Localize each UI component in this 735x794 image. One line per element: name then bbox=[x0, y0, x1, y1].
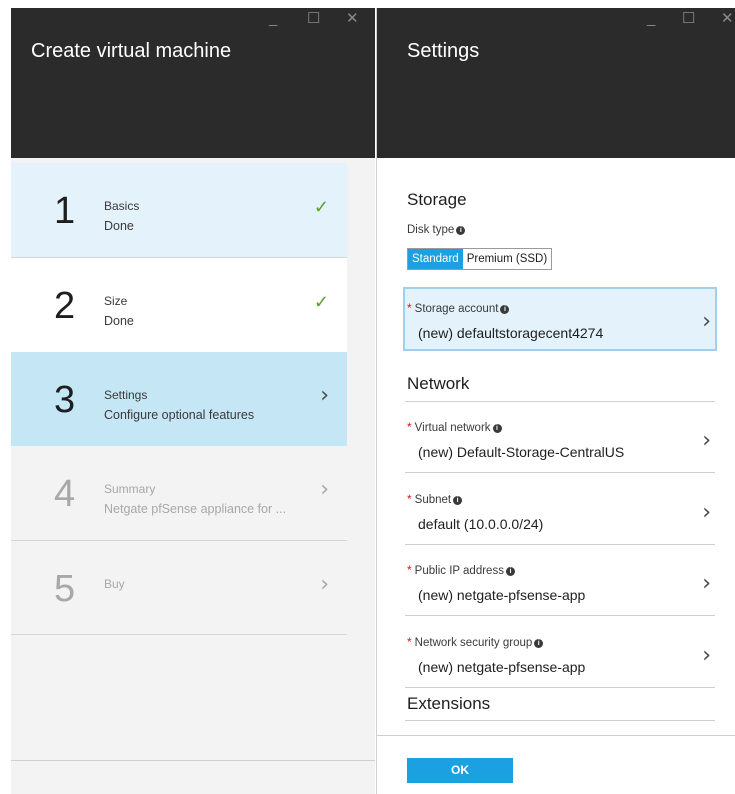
step-status: Netgate pfSense appliance for ... bbox=[104, 502, 287, 516]
maximize-icon[interactable]: ☐ bbox=[307, 11, 320, 26]
step-number: 2 bbox=[54, 285, 76, 327]
check-icon: ✓ bbox=[313, 197, 329, 217]
step-status: Done bbox=[104, 219, 134, 233]
step-label: Buy bbox=[104, 577, 125, 591]
step-status: Configure optional features bbox=[104, 408, 255, 422]
subnet-field[interactable]: * Subnet i default (10.0.0.0/24) › bbox=[405, 480, 715, 540]
storage-heading: Storage bbox=[407, 190, 467, 209]
step-basics[interactable]: 1 Basics Done ✓ bbox=[11, 163, 347, 257]
maximize-icon[interactable]: ☐ bbox=[682, 11, 695, 26]
chevron-right-icon: › bbox=[702, 571, 711, 596]
divider bbox=[11, 634, 347, 635]
divider bbox=[405, 720, 715, 721]
blade-title: Create virtual machine bbox=[31, 40, 232, 62]
field-label-row: * Subnet i bbox=[407, 490, 463, 508]
info-icon: i bbox=[453, 496, 463, 505]
public-ip-field[interactable]: * Public IP address i (new) netgate-pfsens… bbox=[405, 551, 715, 611]
field-value: (new) netgate-pfsense-app bbox=[418, 659, 586, 675]
minimize-icon[interactable]: _ bbox=[647, 11, 655, 26]
step-label: Summary bbox=[104, 482, 156, 496]
virtual-network-field[interactable]: * Virtual network i (new) Default-Storage-… bbox=[405, 408, 715, 468]
divider bbox=[405, 687, 715, 688]
step-settings[interactable]: 3 Settings Configure optional features › bbox=[11, 352, 347, 446]
blade-header: Settings _ ☐ ✕ bbox=[377, 8, 735, 158]
close-icon[interactable]: ✕ bbox=[346, 11, 359, 26]
chevron-right-icon: › bbox=[702, 428, 711, 453]
step-status: Done bbox=[104, 314, 134, 328]
field-value: default (10.0.0.0/24) bbox=[418, 516, 544, 532]
create-vm-blade: Create virtual machine _ ☐ ✕ 1 Basics Do… bbox=[11, 8, 375, 794]
chevron-right-icon: › bbox=[320, 383, 329, 408]
field-label: Public IP address bbox=[414, 565, 504, 577]
step-label: Size bbox=[104, 294, 128, 308]
footer-divider bbox=[11, 760, 375, 761]
step-label: Basics bbox=[104, 199, 140, 213]
minimize-icon[interactable]: _ bbox=[269, 11, 277, 26]
disk-type-label-row: Disk type i bbox=[407, 220, 466, 238]
ok-button[interactable]: OK bbox=[407, 758, 513, 783]
info-icon: i bbox=[500, 305, 510, 314]
field-label-row: * Public IP address i bbox=[407, 561, 515, 579]
extensions-heading: Extensions bbox=[407, 694, 491, 713]
disk-type-label: Disk type bbox=[407, 224, 455, 236]
chevron-right-icon: › bbox=[702, 309, 711, 334]
step-number: 1 bbox=[54, 190, 76, 232]
required-marker: * bbox=[407, 563, 412, 577]
chevron-right-icon: › bbox=[702, 500, 711, 525]
nsg-field[interactable]: * Network security group i (new) netgate-p… bbox=[405, 623, 715, 683]
field-value: (new) Default-Storage-CentralUS bbox=[418, 444, 625, 460]
storage-account-field[interactable]: * Storage account i (new) defaultstoragece… bbox=[405, 289, 715, 349]
info-icon: i bbox=[505, 567, 515, 576]
divider bbox=[405, 615, 715, 616]
field-label-row: * Virtual network i bbox=[407, 418, 502, 436]
blade-header: Create virtual machine _ ☐ ✕ bbox=[11, 8, 375, 158]
step-number: 5 bbox=[54, 568, 76, 610]
field-label: Virtual network bbox=[414, 422, 491, 434]
step-buy[interactable]: 5 Buy › bbox=[11, 541, 347, 635]
field-label: Storage account bbox=[414, 303, 499, 315]
field-label-row: * Network security group i bbox=[407, 633, 544, 651]
chevron-right-icon: › bbox=[702, 643, 711, 668]
info-icon: i bbox=[534, 639, 544, 648]
field-label: Subnet bbox=[414, 494, 452, 506]
divider bbox=[405, 544, 715, 545]
blade-title: Settings bbox=[407, 40, 480, 62]
field-label-row: * Storage account i bbox=[407, 299, 510, 317]
divider bbox=[405, 472, 715, 473]
field-value: (new) netgate-pfsense-app bbox=[418, 587, 586, 603]
settings-blade: Settings _ ☐ ✕ Storage Disk type i Standa… bbox=[376, 8, 735, 794]
footer-divider bbox=[377, 735, 735, 736]
check-icon: ✓ bbox=[313, 292, 329, 312]
disk-type-standard[interactable]: Standard bbox=[408, 249, 463, 269]
required-marker: * bbox=[407, 635, 412, 649]
info-icon: i bbox=[456, 226, 466, 235]
disk-type-premium[interactable]: Premium (SSD) bbox=[462, 249, 552, 269]
field-value: (new) defaultstoragecent4274 bbox=[418, 325, 604, 341]
chevron-right-icon: › bbox=[320, 572, 329, 597]
info-icon: i bbox=[492, 424, 502, 433]
divider bbox=[405, 401, 715, 402]
step-number: 3 bbox=[54, 379, 76, 421]
step-size[interactable]: 2 Size Done ✓ bbox=[11, 258, 347, 352]
required-marker: * bbox=[407, 492, 412, 506]
step-label: Settings bbox=[104, 388, 148, 402]
step-summary[interactable]: 4 Summary Netgate pfSense appliance for … bbox=[11, 446, 347, 540]
required-marker: * bbox=[407, 301, 412, 315]
step-number: 4 bbox=[54, 473, 76, 515]
disk-type-toggle: Standard Premium (SSD) bbox=[407, 248, 553, 270]
close-icon[interactable]: ✕ bbox=[721, 11, 734, 26]
network-heading: Network bbox=[407, 374, 470, 393]
field-label: Network security group bbox=[414, 637, 533, 649]
required-marker: * bbox=[407, 420, 412, 434]
chevron-right-icon: › bbox=[320, 477, 329, 502]
